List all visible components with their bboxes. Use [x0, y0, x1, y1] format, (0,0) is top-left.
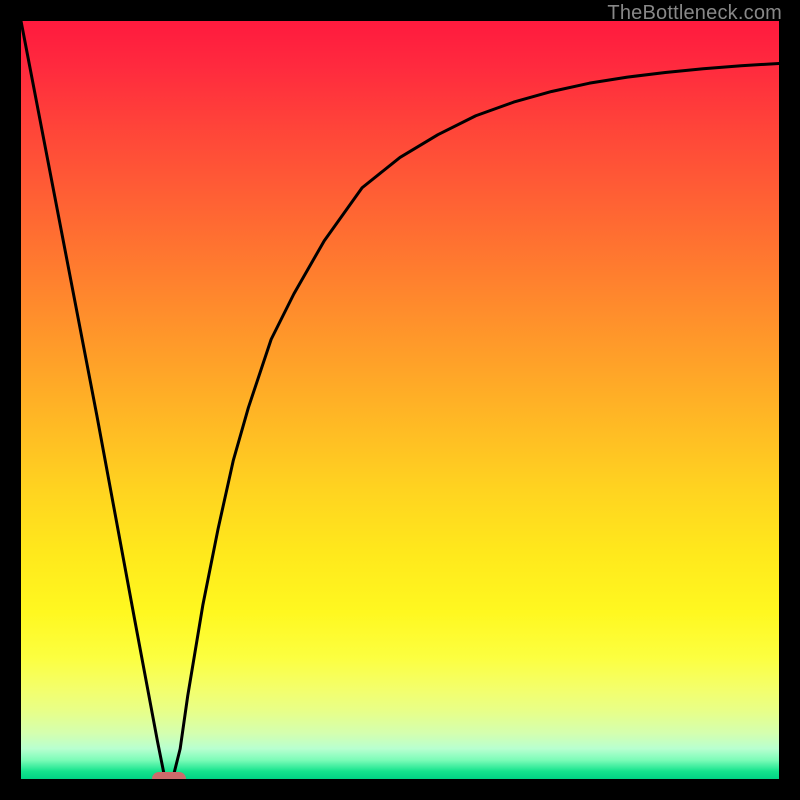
chart-frame: TheBottleneck.com — [0, 0, 800, 800]
plot-area — [21, 21, 779, 779]
curve-layer — [21, 21, 779, 779]
optimum-marker — [152, 772, 186, 779]
bottleneck-curve — [21, 21, 779, 779]
watermark-text: TheBottleneck.com — [607, 2, 782, 25]
